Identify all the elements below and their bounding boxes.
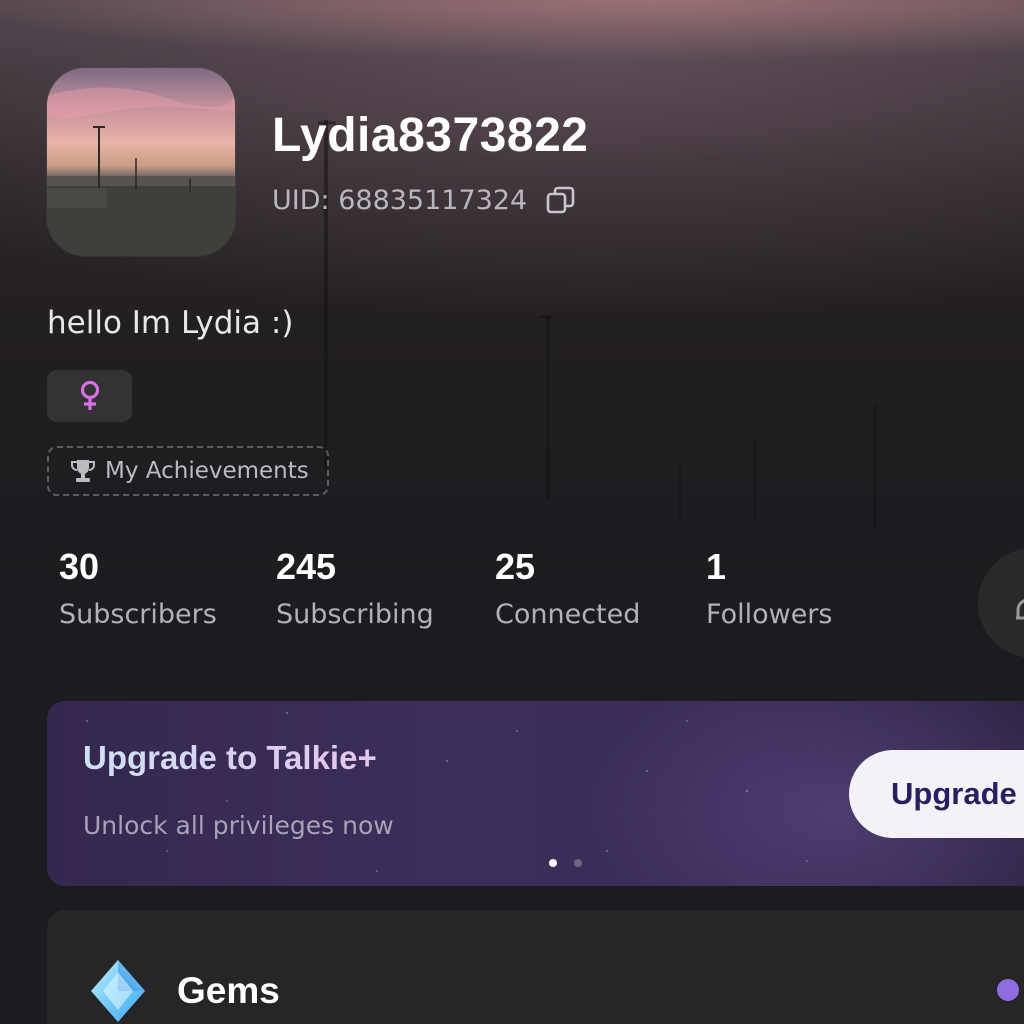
carousel-dot[interactable]	[574, 859, 582, 867]
stat-followers[interactable]: 1 Followers	[706, 540, 832, 630]
gems-label: Gems	[177, 970, 280, 1011]
profile-avatar[interactable]	[47, 68, 235, 256]
stat-value: 30	[59, 546, 100, 587]
gem-icon	[91, 960, 145, 1022]
upgrade-banner[interactable]: Upgrade to Talkie+ Unlock all privileges…	[47, 701, 1024, 886]
upgrade-title: Upgrade to Talkie+	[83, 739, 377, 776]
female-symbol-icon	[80, 380, 99, 410]
notification-dot	[997, 979, 1019, 1001]
uid-label: UID: 68835117324	[272, 184, 528, 216]
my-achievements-label: My Achievements	[105, 458, 309, 484]
gender-badge	[47, 370, 132, 422]
side-action-icon	[1016, 599, 1024, 620]
stat-label: Subscribing	[276, 599, 434, 630]
carousel-indicator	[549, 859, 582, 867]
profile-stats: 30 Subscribers 245 Subscribing 25 Connec…	[0, 540, 1024, 650]
gems-card[interactable]: Gems	[47, 910, 1024, 1024]
stat-label: Followers	[706, 599, 833, 630]
stat-label: Subscribers	[59, 599, 217, 630]
uid-row: UID: 68835117324	[272, 184, 577, 216]
stat-label: Connected	[495, 599, 641, 630]
trophy-icon	[71, 460, 95, 482]
upgrade-subtitle: Unlock all privileges now	[83, 811, 394, 840]
stat-connected[interactable]: 25 Connected	[495, 540, 640, 630]
stat-subscribers[interactable]: 30 Subscribers	[59, 540, 217, 630]
stat-subscribing[interactable]: 245 Subscribing	[276, 540, 434, 630]
profile-page: Lydia8373822 UID: 68835117324 hello Im L…	[0, 0, 1024, 1024]
carousel-dot-active[interactable]	[549, 859, 557, 867]
upgrade-button[interactable]: Upgrade	[849, 750, 1024, 838]
copy-icon[interactable]	[545, 184, 577, 216]
stat-value: 25	[495, 546, 536, 587]
stat-value: 1	[706, 546, 727, 587]
stat-value: 245	[276, 546, 337, 587]
my-achievements-button[interactable]: My Achievements	[47, 446, 329, 496]
username: Lydia8373822	[272, 109, 589, 162]
profile-bio: hello Im Lydia :)	[47, 305, 294, 341]
